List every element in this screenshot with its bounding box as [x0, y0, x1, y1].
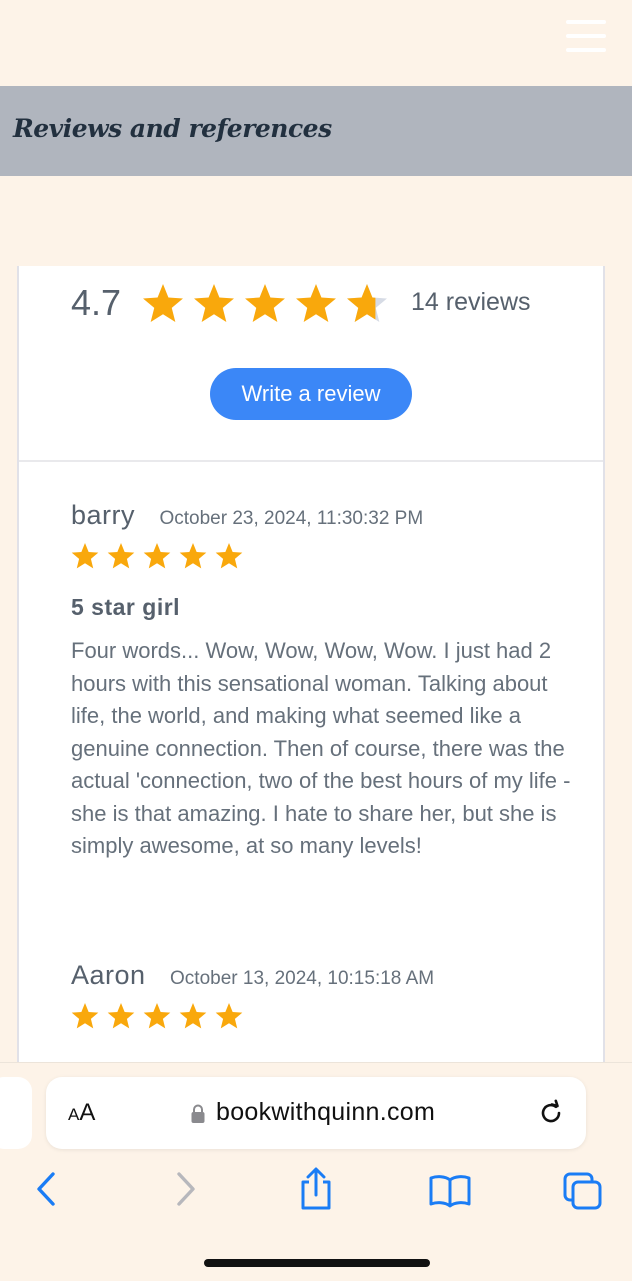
- review-star-icon: [71, 543, 99, 569]
- reviewer-name: barry: [71, 500, 136, 530]
- share-icon[interactable]: [298, 1167, 334, 1211]
- section-banner: Reviews and references: [0, 86, 632, 176]
- hamburger-menu-icon[interactable]: [566, 20, 606, 52]
- rating-star-icon: [143, 284, 183, 322]
- tabs-icon[interactable]: [562, 1171, 604, 1211]
- reviewer-name: Aaron: [71, 960, 146, 990]
- section-title: Reviews and references: [13, 113, 332, 143]
- lock-icon: [191, 1104, 205, 1123]
- browser-toolbar: AA bookwithquinn.com: [0, 1062, 632, 1281]
- rating-star-icon: [245, 284, 285, 322]
- review-star-icon: [107, 543, 135, 569]
- average-rating: 4.7: [71, 282, 122, 323]
- average-stars: [143, 284, 387, 322]
- rating-star-icon: [347, 284, 387, 322]
- review-star-icon: [215, 543, 243, 569]
- reader-options-button[interactable]: AA: [68, 1099, 95, 1127]
- reviews-card: 4.7 14 reviews Write a review barry Octo…: [17, 266, 605, 1066]
- review-star-icon: [143, 1003, 171, 1029]
- address-bar[interactable]: AA bookwithquinn.com: [46, 1077, 586, 1149]
- review-star-icon: [71, 1003, 99, 1029]
- reload-icon[interactable]: [536, 1098, 566, 1128]
- review-count: 14 reviews: [411, 288, 531, 316]
- url-domain: bookwithquinn.com: [216, 1098, 436, 1126]
- review-item: barry October 23, 2024, 11:30:32 PM 5 st…: [71, 500, 571, 863]
- review-star-icon: [143, 543, 171, 569]
- review-title: 5 star girl: [71, 594, 181, 620]
- review-stars: [71, 1003, 243, 1029]
- review-star-icon: [179, 543, 207, 569]
- review-date: October 23, 2024, 11:30:32 PM: [159, 508, 424, 529]
- home-indicator: [204, 1259, 430, 1267]
- previous-tab-preview[interactable]: [0, 1077, 32, 1149]
- review-item: Aaron October 13, 2024, 10:15:18 AM: [71, 960, 571, 1038]
- rating-star-icon: [194, 284, 234, 322]
- rating-summary: 4.7 14 reviews Write a review: [19, 266, 603, 462]
- review-date: October 13, 2024, 10:15:18 AM: [170, 968, 435, 989]
- back-chevron-icon[interactable]: [34, 1171, 60, 1207]
- forward-chevron-icon[interactable]: [172, 1171, 198, 1207]
- review-star-icon: [215, 1003, 243, 1029]
- review-stars: [71, 543, 243, 569]
- bookmarks-book-icon[interactable]: [428, 1173, 472, 1209]
- review-text: Four words... Wow, Wow, Wow, Wow. I just…: [71, 638, 571, 858]
- write-review-button[interactable]: Write a review: [210, 368, 412, 420]
- rating-star-icon: [296, 284, 336, 322]
- review-star-icon: [107, 1003, 135, 1029]
- review-star-icon: [179, 1003, 207, 1029]
